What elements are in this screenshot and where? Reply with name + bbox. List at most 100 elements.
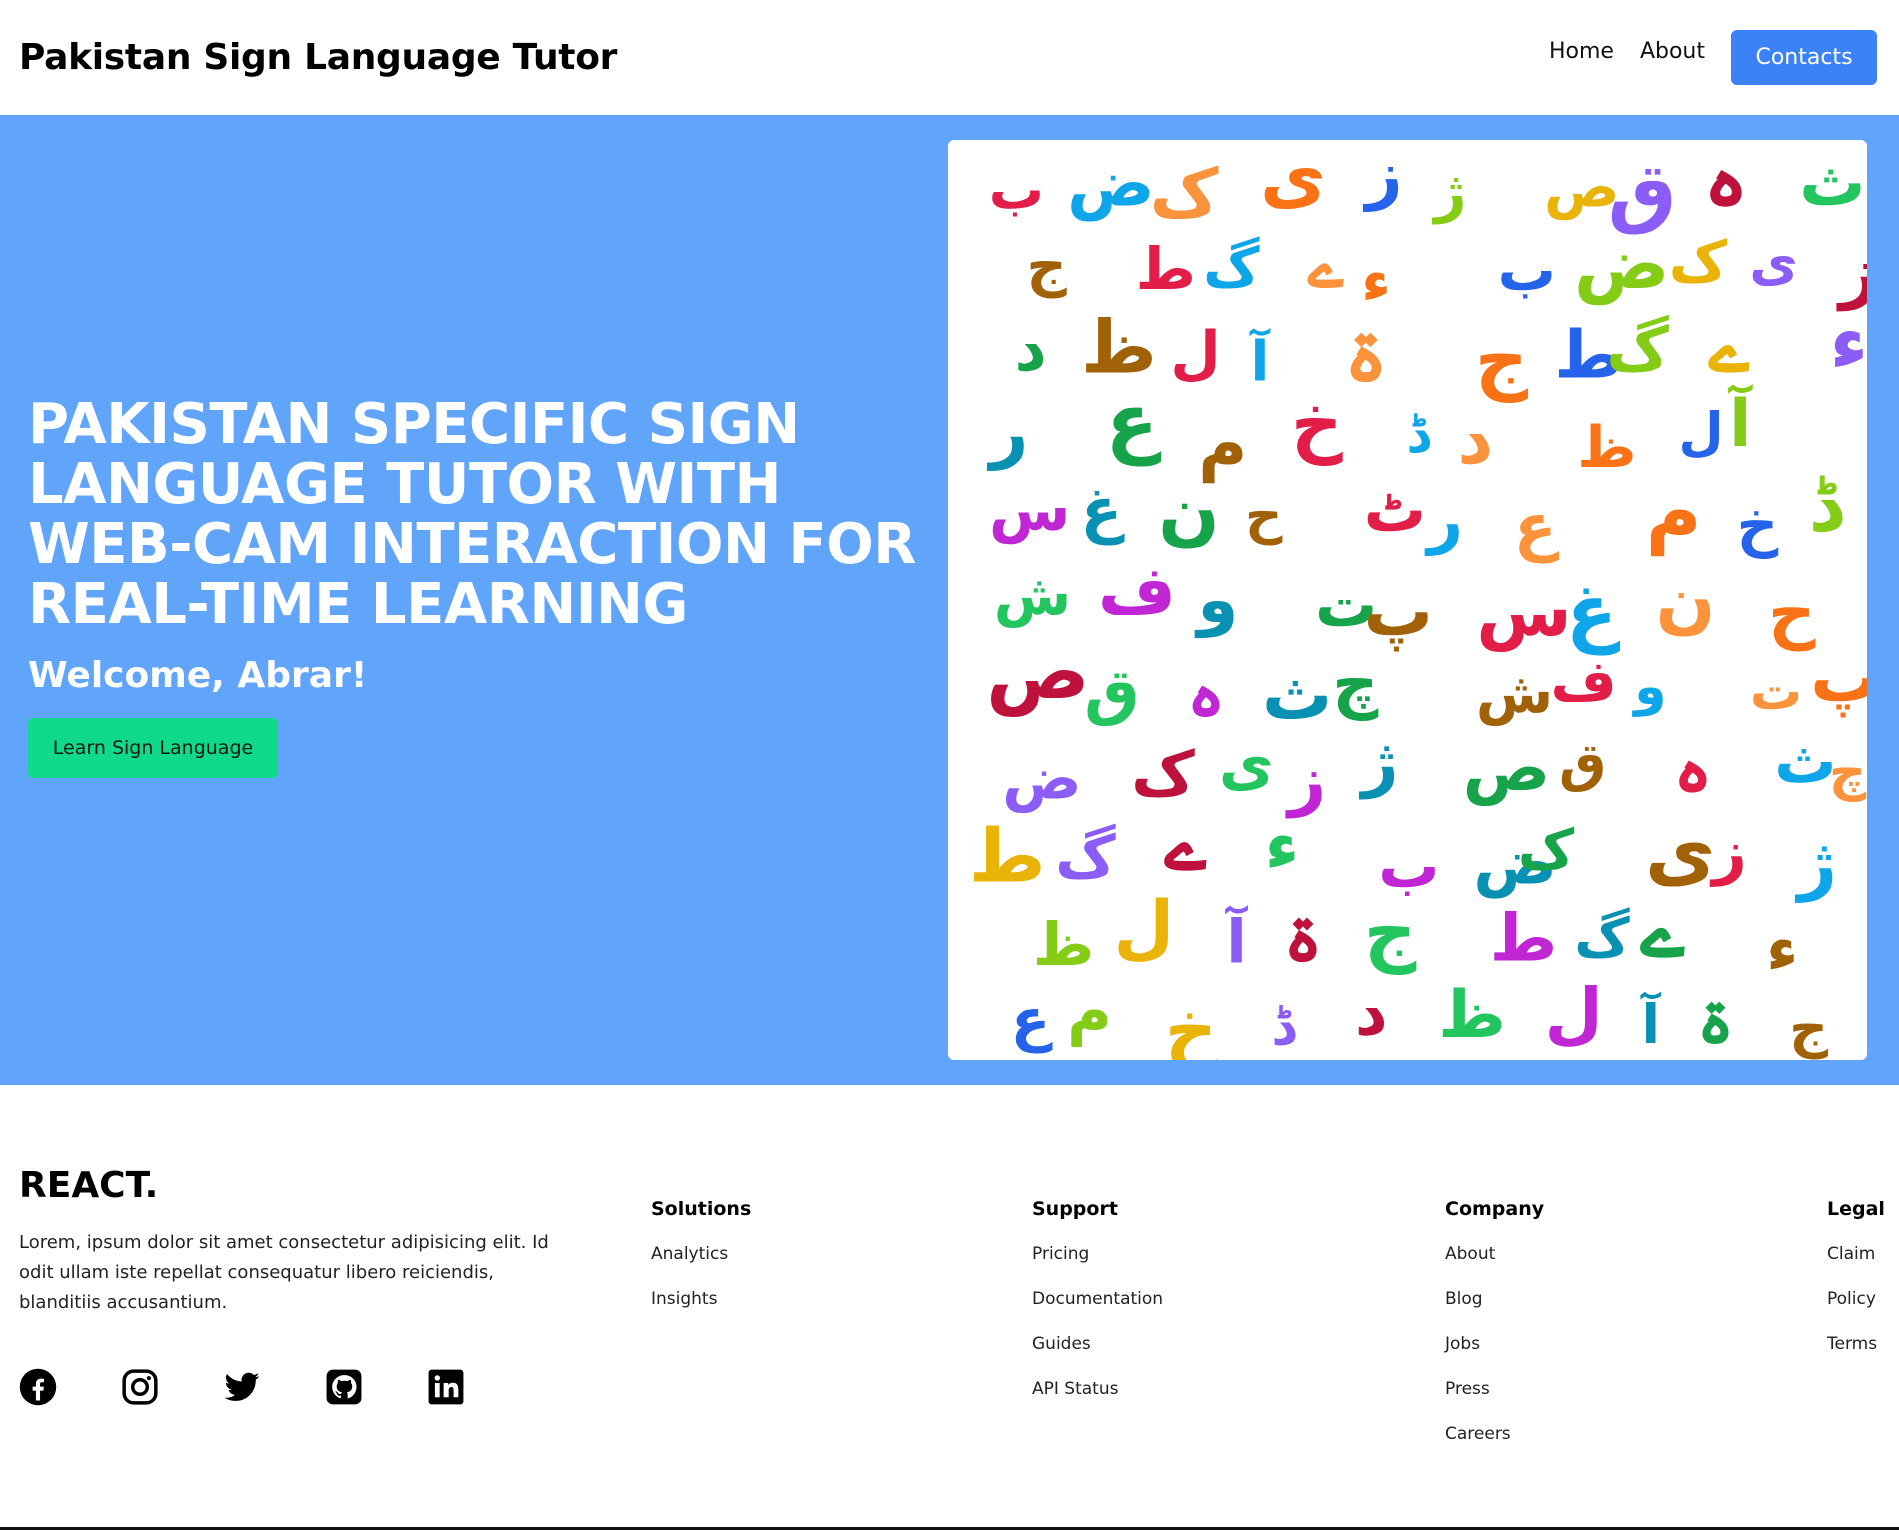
urdu-letter: ر [1424, 483, 1463, 556]
urdu-letter: ے [1708, 309, 1750, 389]
urdu-letter: ش [994, 563, 1071, 628]
urdu-letter: آ [1640, 991, 1662, 1056]
urdu-letter: ڈ [1406, 405, 1431, 465]
urdu-letter: ف [1551, 648, 1617, 714]
footer-link-press[interactable]: Press [1445, 1367, 1544, 1412]
urdu-letter: گ [1606, 314, 1669, 385]
urdu-letter: ج [1364, 890, 1417, 975]
urdu-letters-pattern: بضکیزژصقہثجطگےءبضکیزدظلآۃجطگےءرعمخڈدظلآۃ… [969, 140, 1867, 1060]
urdu-letter: خ [1737, 491, 1779, 559]
urdu-letter: غ [1566, 567, 1620, 655]
footer-link-jobs[interactable]: Jobs [1445, 1322, 1544, 1367]
footer-description: Lorem, ipsum dolor sit amet consectetur … [19, 1232, 549, 1313]
urdu-letter: و [1631, 657, 1666, 717]
urdu-letter: ف [1098, 551, 1176, 629]
urdu-letter: ک [1131, 737, 1195, 810]
footer-link-about[interactable]: About [1445, 1232, 1544, 1277]
footer-link-careers[interactable]: Careers [1445, 1412, 1544, 1457]
urdu-letter: ن [1656, 560, 1716, 642]
learn-sign-language-button[interactable]: Learn Sign Language [28, 718, 278, 778]
urdu-letter: ہ [1187, 657, 1225, 732]
urdu-letter: ے [1307, 231, 1344, 302]
urdu-letter: آ [1727, 383, 1753, 462]
urdu-letter: ح [1245, 486, 1283, 546]
urdu-letter: ب [1864, 908, 1867, 971]
urdu-letter: ع [1514, 490, 1560, 563]
footer-link-claim[interactable]: Claim [1827, 1232, 1885, 1277]
hero-section: PAKISTAN SPECIFIC SIGN LANGUAGE TUTOR WI… [0, 115, 1899, 1085]
urdu-letter: پ [1810, 638, 1867, 718]
urdu-letter: ض [1067, 147, 1154, 222]
urdu-letter: ہ [1704, 140, 1749, 224]
urdu-letter: چ [1829, 743, 1867, 803]
site-brand[interactable]: Pakistan Sign Language Tutor [19, 37, 617, 78]
facebook-icon[interactable] [19, 1368, 57, 1406]
urdu-letter: ء [1361, 247, 1391, 315]
urdu-letter: م [1646, 466, 1702, 555]
urdu-letter: ی [1219, 729, 1274, 799]
footer-link-analytics[interactable]: Analytics [651, 1232, 751, 1277]
urdu-letter: ج [1789, 996, 1828, 1059]
footer-column-support: Support Pricing Documentation Guides API… [1032, 1198, 1163, 1412]
urdu-letter: غ [1081, 475, 1125, 546]
urdu-letter: ب [989, 157, 1044, 221]
footer-link-api-status[interactable]: API Status [1032, 1367, 1163, 1412]
footer-link-terms[interactable]: Terms [1827, 1322, 1885, 1367]
urdu-letter: ژ [1431, 160, 1466, 225]
footer-logo: REACT. [19, 1165, 159, 1206]
site-footer: REACT. Lorem, ipsum dolor sit amet conse… [0, 1085, 1899, 1530]
urdu-letter: ک [1518, 818, 1575, 882]
urdu-letter: ط [1490, 901, 1558, 976]
urdu-letter: ڈ [1809, 463, 1845, 549]
urdu-letter: ڈ [1271, 996, 1297, 1057]
site-header: Pakistan Sign Language Tutor Home About … [0, 0, 1899, 115]
urdu-letter: ے [1164, 803, 1207, 886]
urdu-letter: س [1476, 572, 1571, 652]
footer-link-blog[interactable]: Blog [1445, 1277, 1544, 1322]
urdu-letter: ی [1645, 808, 1716, 897]
urdu-letter: ہ [1674, 730, 1713, 807]
urdu-letter: ث [1262, 653, 1332, 735]
footer-link-documentation[interactable]: Documentation [1032, 1277, 1163, 1322]
urdu-letter: ل [1545, 974, 1603, 1052]
urdu-letter: ک [1150, 154, 1219, 232]
urdu-letter: ک [1669, 229, 1728, 295]
urdu-letter: گ [1203, 235, 1260, 299]
footer-column-company: Company About Blog Jobs Press Careers [1445, 1198, 1544, 1457]
urdu-letter: د [1015, 312, 1047, 385]
urdu-letter: ظ [1577, 415, 1636, 481]
main-nav: Home About Contacts [1549, 30, 1877, 85]
urdu-letter: گ [1574, 907, 1630, 970]
urdu-letter: آ [1224, 904, 1248, 977]
footer-link-guides[interactable]: Guides [1032, 1322, 1163, 1367]
urdu-letter: چ [1332, 647, 1379, 721]
footer-link-pricing[interactable]: Pricing [1032, 1232, 1163, 1277]
footer-link-policy[interactable]: Policy [1827, 1277, 1885, 1322]
footer-column-solutions: Solutions Analytics Insights [651, 1198, 751, 1322]
instagram-icon[interactable] [121, 1368, 159, 1406]
urdu-letter: ظ [1033, 910, 1094, 979]
hero-text: PAKISTAN SPECIFIC SIGN LANGUAGE TUTOR WI… [28, 395, 928, 778]
nav-about-link[interactable]: About [1640, 39, 1705, 64]
urdu-letter: ی [1260, 140, 1326, 219]
urdu-letter: ء [1766, 912, 1798, 985]
urdu-letter: ش [1476, 662, 1553, 727]
urdu-letter: ت [1750, 662, 1802, 722]
urdu-letter: ج [1026, 234, 1067, 299]
nav-home-link[interactable]: Home [1549, 39, 1614, 64]
footer-link-insights[interactable]: Insights [651, 1277, 751, 1322]
twitter-icon[interactable] [223, 1368, 261, 1406]
urdu-letter: پ [1364, 572, 1433, 652]
urdu-letter: و [1194, 561, 1238, 639]
urdu-letter: ی [1749, 232, 1798, 293]
urdu-letter: ث [1799, 144, 1865, 221]
contacts-button[interactable]: Contacts [1731, 30, 1877, 85]
urdu-letter: ض [1574, 222, 1670, 306]
urdu-letter: گ [1055, 822, 1116, 891]
urdu-letter: ز [1363, 140, 1403, 212]
urdu-letter: ق [1084, 655, 1139, 728]
social-links [19, 1368, 529, 1406]
github-icon[interactable] [325, 1368, 363, 1406]
linkedin-icon[interactable] [427, 1368, 465, 1406]
urdu-letter: ق [1559, 733, 1606, 794]
